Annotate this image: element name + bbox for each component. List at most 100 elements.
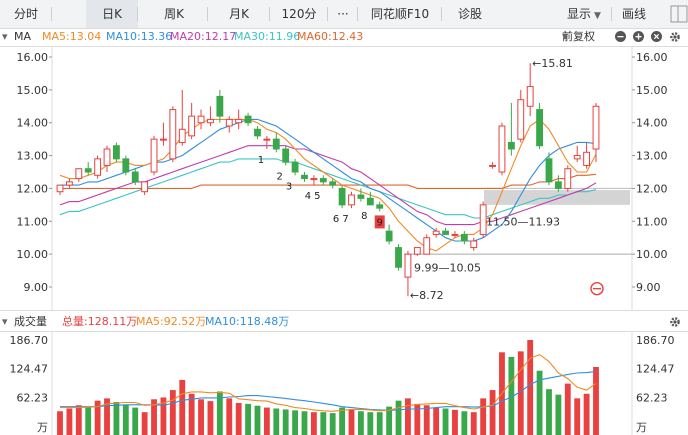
volume-bar-up <box>452 409 458 435</box>
volume-bar-up <box>141 412 148 435</box>
y-tick-label-left: 13.00 <box>17 150 49 163</box>
volume-bar-up <box>179 379 186 435</box>
candle-up <box>160 138 167 141</box>
volume-unit-right: 万 <box>636 421 647 434</box>
volume-bar-down <box>254 405 261 435</box>
collapse-icon[interactable]: ▾ <box>2 28 8 46</box>
divider <box>0 310 688 311</box>
tab-weekly-k[interactable]: 周K <box>140 0 208 28</box>
candle-up <box>56 184 64 193</box>
candle-down <box>122 158 130 173</box>
side-panel-toggle-icon[interactable] <box>667 0 688 28</box>
candle-down <box>338 187 346 206</box>
volume-bar-up <box>470 412 477 435</box>
volume-bar-up <box>263 407 270 435</box>
chevron-down-icon: ▼ <box>562 32 569 41</box>
volume-bar-down <box>339 407 346 435</box>
count-label: 8 <box>361 211 367 222</box>
y-tick-label-right: 10.00 <box>636 248 668 261</box>
candle-down <box>131 171 139 183</box>
candle-up <box>432 230 440 235</box>
ma60-value: MA60:12.43 <box>297 30 364 43</box>
range-label: 9.99—10.05 <box>414 261 481 274</box>
draw-line-button[interactable]: 画线 <box>612 0 656 28</box>
count-label: 4 <box>305 191 311 202</box>
candle-up <box>526 86 534 107</box>
tab-intraday[interactable]: 分时 <box>0 0 52 28</box>
indicator-label[interactable]: MA <box>14 28 31 46</box>
collapse-icon[interactable]: ▾ <box>2 313 8 331</box>
candle-up <box>592 105 600 150</box>
low-price-annotation: ←8.72 <box>410 289 444 302</box>
range-label: 11.50—11.93 <box>486 215 560 228</box>
volume-tick-right: 186.70 <box>636 334 675 347</box>
ma10-value: MA10:13.36 <box>106 30 173 43</box>
tab-diagnose[interactable]: 诊股 <box>442 0 498 28</box>
volume-title[interactable]: 成交量 <box>14 313 47 331</box>
volume-bar-down <box>376 412 383 435</box>
candle-down <box>376 204 384 209</box>
y-tick-label-right: 13.00 <box>636 150 668 163</box>
volume-bar-up <box>75 405 82 435</box>
volume-panel-header: ▾ 成交量 总量:128.11万 MA5:92.52万 MA10:118.48万 <box>0 313 688 331</box>
price-panel-header: ▾ MA MA5:13.04 MA10:13.36 MA20:12.17 MA3… <box>0 28 688 46</box>
tab-120min[interactable]: 120分 <box>270 0 328 28</box>
y-tick-label-right: 9.00 <box>636 281 661 294</box>
volume-bar-down <box>85 406 92 435</box>
volume-bar-down <box>301 411 308 435</box>
volume-bar-up <box>564 383 571 435</box>
volume-bar-down <box>367 412 374 435</box>
candle-up <box>489 164 496 167</box>
volume-chart[interactable]: 186.70 186.70 124.47 124.47 62.23 62.23 万 万 <box>0 332 688 435</box>
stock-chart-window: 分时 日K 周K 月K 120分 ··· 同花顺F10 诊股 显示 ▼ 画线 ▾ … <box>0 0 688 435</box>
candle-down <box>244 115 252 124</box>
volume-bar-down <box>122 404 129 435</box>
volume-bar-up <box>226 398 233 435</box>
volume-bar-up <box>527 340 534 435</box>
volume-bar-up <box>66 408 73 435</box>
volume-total: 总量:128.11万 <box>62 315 138 328</box>
count-label: 9 <box>377 217 383 228</box>
display-dropdown[interactable]: 显示 ▼ <box>556 0 612 28</box>
candle-down <box>84 168 92 173</box>
tab-monthly-k[interactable]: 月K <box>208 0 270 28</box>
candle-up <box>573 155 581 160</box>
volume-bar-up <box>310 412 317 435</box>
y-tick-label-right: 11.00 <box>636 215 668 228</box>
volume-bar-up <box>480 398 487 435</box>
ma30-value: MA30:11.96 <box>234 30 301 43</box>
candle-down <box>366 197 374 206</box>
volume-bar-down <box>395 400 402 435</box>
tab-daily-k[interactable]: 日K <box>86 0 138 28</box>
candle-up <box>404 253 412 278</box>
y-tick-label-right: 14.00 <box>636 117 668 130</box>
volume-bar-up <box>583 393 590 435</box>
y-tick-label-left: 9.00 <box>24 281 49 294</box>
candle-up <box>94 158 102 176</box>
count-label: 7 <box>342 214 348 225</box>
count-label: 1 <box>258 155 264 166</box>
y-tick-label-left: 11.00 <box>17 215 49 228</box>
candle-up <box>310 178 318 181</box>
y-tick-label-left: 16.00 <box>17 51 49 64</box>
volume-ma5-line <box>60 353 597 412</box>
tab-more[interactable]: ··· <box>328 0 358 28</box>
candle-down <box>357 194 365 199</box>
candle-down <box>113 145 120 160</box>
candle-down <box>385 230 393 242</box>
candlestick-chart[interactable]: 16.00 16.00 15.00 15.00 14.00 14.00 13.00 13.00… <box>0 47 688 310</box>
volume-tick-right: 62.23 <box>636 391 668 404</box>
volume-bar-up <box>574 398 581 435</box>
volume-bar-down <box>461 411 468 435</box>
y-tick-label-right: 16.00 <box>636 51 668 64</box>
ma5-value: MA5:13.04 <box>42 30 102 43</box>
volume-bar-down <box>546 389 552 435</box>
candle-up <box>141 181 149 193</box>
y-tick-label-left: 10.00 <box>17 248 49 261</box>
candle-up <box>197 115 205 124</box>
candle-down <box>319 178 327 183</box>
count-label: 6 <box>333 214 339 225</box>
chevron-down-icon: ▼ <box>594 11 601 21</box>
tab-f10[interactable]: 同花顺F10 <box>358 0 442 28</box>
volume-tick-left: 62.23 <box>17 391 49 404</box>
